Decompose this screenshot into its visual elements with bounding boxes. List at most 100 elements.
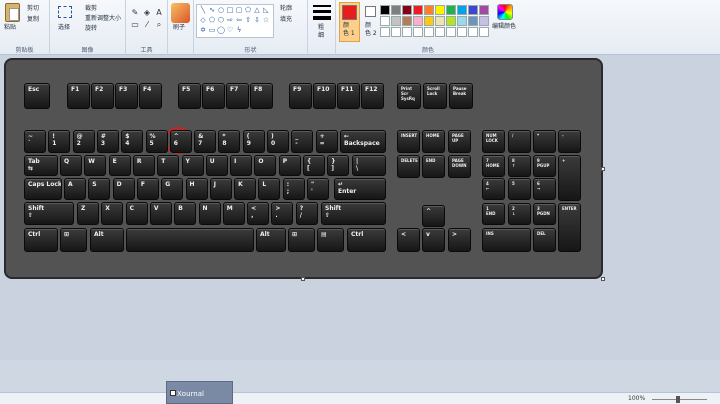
hexagon-icon[interactable]: ⬡: [217, 17, 225, 24]
arrow-down-icon[interactable]: ⇩: [253, 17, 261, 24]
palette-swatch[interactable]: [457, 5, 467, 15]
palette-swatch[interactable]: [468, 5, 478, 15]
palette-swatch[interactable]: [435, 16, 445, 26]
key: C: [125, 202, 148, 225]
palette-swatch[interactable]: [402, 27, 412, 37]
select-button[interactable]: 选择: [58, 24, 70, 32]
palette-swatch[interactable]: [402, 16, 412, 26]
lightning-icon[interactable]: ϟ: [235, 27, 243, 34]
palette-swatch[interactable]: [446, 5, 456, 15]
color2-swatch[interactable]: [365, 6, 376, 17]
palette-swatch[interactable]: [380, 16, 390, 26]
palette-swatch[interactable]: [391, 16, 401, 26]
paste-icon[interactable]: [5, 3, 20, 22]
oval-icon[interactable]: ○: [217, 7, 225, 14]
key: J: [209, 178, 232, 200]
rectangle-icon[interactable]: □: [226, 7, 234, 14]
key: INSERT: [397, 130, 420, 153]
key: ~ `: [24, 130, 46, 153]
arrow-up-icon[interactable]: ⇧: [244, 17, 252, 24]
palette-swatch[interactable]: [479, 16, 489, 26]
key: ⊞: [60, 228, 87, 252]
key: O: [254, 155, 277, 176]
brush-icon[interactable]: [171, 3, 190, 23]
color1-swatch[interactable]: [342, 5, 357, 20]
tools-group: ✎ ◈ A ▭ ⁄ ⌕ 工具: [126, 0, 168, 55]
picker-icon[interactable]: ⁄: [142, 20, 152, 30]
palette-swatch[interactable]: [391, 5, 401, 15]
key: % 5: [145, 130, 168, 153]
arrow-right-icon[interactable]: ⇨: [226, 17, 234, 24]
palette-swatch[interactable]: [468, 16, 478, 26]
brush-button[interactable]: 刷子: [173, 24, 185, 32]
callout-oval-icon[interactable]: ◯: [217, 27, 225, 34]
palette-swatch[interactable]: [457, 27, 467, 37]
zoom-slider-thumb[interactable]: [676, 396, 680, 403]
palette-swatch[interactable]: [424, 16, 434, 26]
eraser-icon[interactable]: ▭: [130, 20, 140, 30]
size-icon[interactable]: [313, 5, 331, 21]
edit-colors-button[interactable]: 编辑颜色: [492, 23, 516, 31]
key: PAGE DOWN: [448, 155, 471, 178]
palette-swatch[interactable]: [424, 27, 434, 37]
palette-swatch[interactable]: [479, 5, 489, 15]
callout-icon[interactable]: ▭: [208, 27, 216, 34]
palette-swatch[interactable]: [402, 5, 412, 15]
key: A: [64, 178, 86, 200]
rotate-button[interactable]: 旋转: [85, 25, 97, 33]
palette-swatch[interactable]: [435, 27, 445, 37]
pencil-icon[interactable]: ✎: [130, 8, 140, 18]
triangle-icon[interactable]: △: [253, 7, 261, 14]
palette-swatch[interactable]: [479, 27, 489, 37]
text-icon[interactable]: A: [154, 8, 164, 18]
resize-handle-bottom[interactable]: [301, 277, 305, 281]
resize-handle-right[interactable]: [601, 167, 605, 171]
copy-button[interactable]: 复制: [27, 16, 39, 24]
fill-icon[interactable]: ◈: [142, 8, 152, 18]
clipboard-group: 粘贴 剪切 复制 剪贴板: [0, 0, 50, 55]
edit-colors-icon[interactable]: [497, 4, 513, 20]
palette-swatch[interactable]: [413, 16, 423, 26]
ribbon: 粘贴 剪切 复制 剪贴板 选择 裁剪 重新调整大小 旋转 图像 ✎ ◈ A ▭ …: [0, 0, 720, 55]
crop-button[interactable]: 裁剪: [85, 5, 97, 13]
curve-icon[interactable]: ∿: [208, 7, 216, 14]
palette-swatch[interactable]: [380, 5, 390, 15]
palette-swatch[interactable]: [413, 5, 423, 15]
palette-swatch[interactable]: [457, 16, 467, 26]
palette-swatch[interactable]: [380, 27, 390, 37]
line-icon[interactable]: ╲: [199, 7, 207, 14]
palette-swatch[interactable]: [446, 16, 456, 26]
diamond-icon[interactable]: ◇: [199, 17, 207, 24]
magnifier-icon[interactable]: ⌕: [154, 20, 164, 30]
palette-swatch[interactable]: [424, 5, 434, 15]
paste-button[interactable]: 粘贴: [4, 24, 16, 32]
polygon-icon[interactable]: ⬠: [244, 7, 252, 14]
resize-handle-corner[interactable]: [601, 277, 605, 281]
right-triangle-icon[interactable]: ◺: [262, 7, 270, 14]
palette-swatch[interactable]: [446, 27, 456, 37]
color1-button[interactable]: 颜 色 1: [343, 22, 355, 38]
heart-icon[interactable]: ♡: [226, 27, 234, 34]
color2-button[interactable]: 颜 色 2: [365, 22, 377, 38]
star-icon[interactable]: ☆: [262, 17, 270, 24]
key: 6 →: [533, 178, 556, 200]
outline-dropdown[interactable]: 轮廓: [280, 5, 292, 13]
key: F10: [313, 83, 336, 109]
palette-swatch[interactable]: [413, 27, 423, 37]
size-button[interactable]: 粗 细: [318, 24, 324, 40]
select-icon[interactable]: [58, 6, 72, 18]
fill-dropdown[interactable]: 填充: [280, 16, 292, 24]
pentagon-icon[interactable]: ⬠: [208, 17, 216, 24]
star-six-icon[interactable]: ✡: [199, 27, 207, 34]
key: +: [558, 155, 581, 201]
rounded-rect-icon[interactable]: ▢: [235, 7, 243, 14]
shapes-gallery[interactable]: ╲ ∿ ○ □ ▢ ⬠ △ ◺ ◇ ⬠ ⬡ ⇨ ⇦ ⇧ ⇩ ☆ ✡ ▭ ◯ ♡ …: [196, 4, 274, 38]
taskbar-xournal[interactable]: Xournal: [166, 381, 233, 404]
cut-button[interactable]: 剪切: [27, 5, 39, 13]
key: F4: [139, 83, 162, 109]
palette-swatch[interactable]: [468, 27, 478, 37]
palette-swatch[interactable]: [391, 27, 401, 37]
resize-button[interactable]: 重新调整大小: [85, 15, 121, 23]
palette-swatch[interactable]: [435, 5, 445, 15]
arrow-left-icon[interactable]: ⇦: [235, 17, 243, 24]
